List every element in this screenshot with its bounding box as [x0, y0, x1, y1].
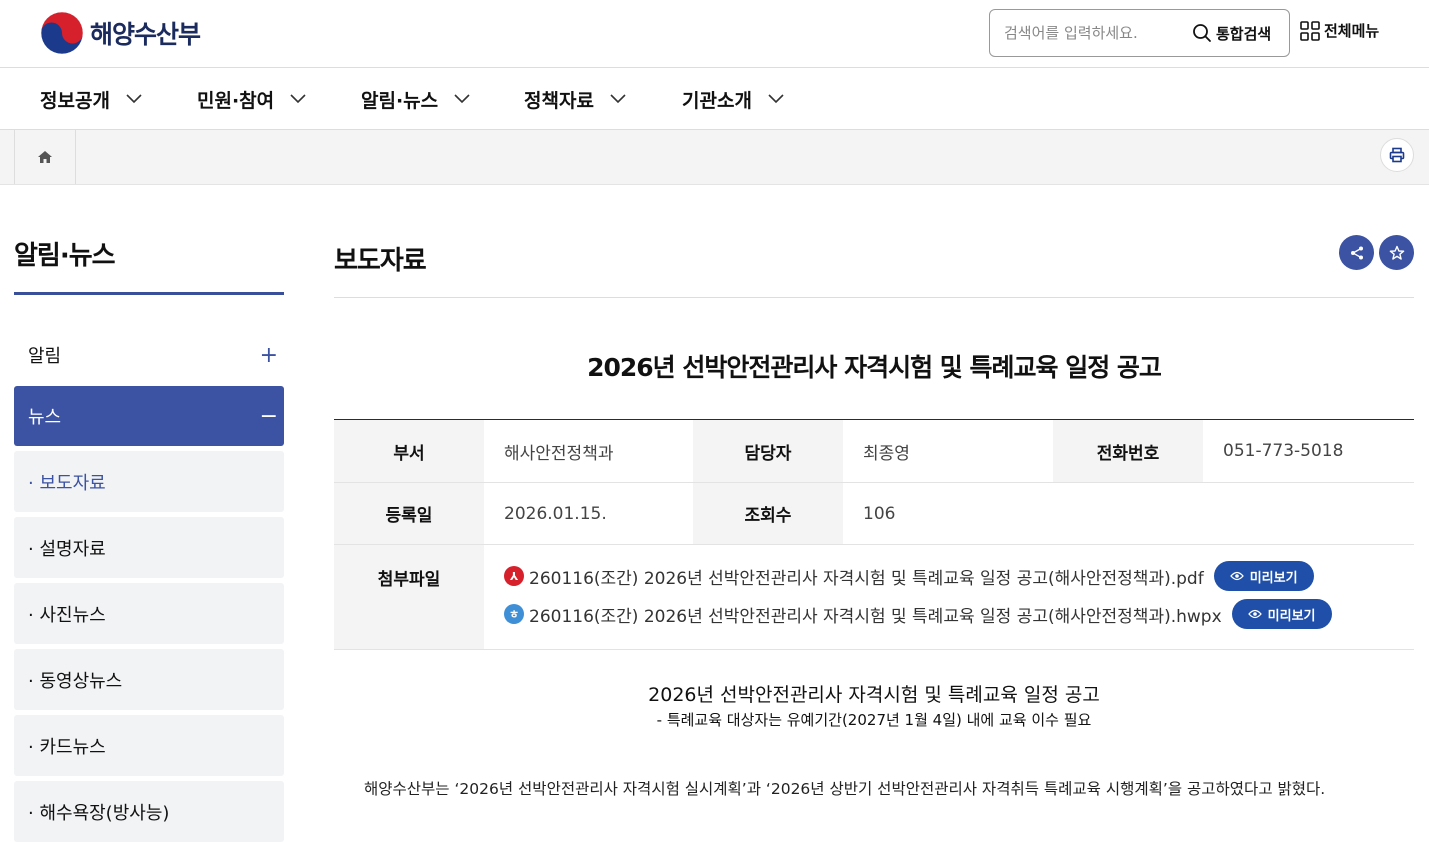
home-icon	[38, 151, 52, 163]
manager-label: 담당자	[693, 420, 843, 482]
site-logo[interactable]: 해양수산부	[40, 11, 201, 55]
sidebar-item-label: · 카드뉴스	[28, 736, 106, 758]
gnb-item-label: 정책자료	[524, 89, 594, 112]
info-row-attachments: 첨부파일 ⅄ 260116(조간) 2026년 선박안전관리사 자격시험 및 특…	[334, 545, 1414, 650]
gnb-item-policy[interactable]: 정책자료	[524, 68, 626, 130]
gnb-item-news[interactable]: 알림·뉴스	[361, 68, 470, 130]
sidebar-category-news[interactable]: 뉴스 −	[14, 386, 284, 446]
gnb-item-info-disclosure[interactable]: 정보공개	[40, 68, 142, 130]
main-navigation: 정보공개 민원·참여 알림·뉴스 정책자료 기관소개	[0, 68, 1429, 130]
dept-value: 해사안전정책과	[504, 443, 614, 464]
body-headline: 2026년 선박안전관리사 자격시험 및 특례교육 일정 공고	[648, 684, 1100, 706]
gnb-item-civil-participation[interactable]: 민원·참여	[197, 68, 306, 130]
sidebar-title: 알림·뉴스	[14, 241, 116, 271]
gnb-item-label: 민원·참여	[197, 89, 275, 112]
date-value: 2026.01.15.	[504, 503, 607, 524]
phone-label: 전화번호	[1053, 420, 1203, 482]
eye-icon	[1229, 571, 1244, 581]
breadcrumb-home-button[interactable]	[14, 130, 76, 184]
sidebar-category-label: 뉴스	[28, 407, 62, 428]
sidebar-category-label: 알림	[28, 346, 62, 367]
sidebar-item-press-release[interactable]: · 보도자료	[14, 451, 284, 512]
dept-label: 부서	[334, 420, 484, 482]
sidebar-item-label: · 사진뉴스	[28, 604, 106, 626]
eye-icon	[1247, 609, 1262, 619]
date-label: 등록일	[334, 483, 484, 544]
sidebar-item-photo-news[interactable]: · 사진뉴스	[14, 583, 284, 644]
info-row-date: 등록일 2026.01.15. 조회수 106	[334, 483, 1414, 545]
document-title: 2026년 선박안전관리사 자격시험 및 특례교육 일정 공고	[587, 353, 1162, 382]
gnb-item-about[interactable]: 기관소개	[682, 68, 784, 130]
share-button[interactable]	[1339, 235, 1374, 270]
sidebar-divider	[14, 292, 284, 295]
chevron-down-icon	[768, 94, 784, 104]
chevron-down-icon	[610, 94, 626, 104]
sidebar-item-label: · 해수욕장(방사능)	[28, 802, 170, 824]
breadcrumb	[0, 130, 1429, 185]
search-input[interactable]	[1004, 10, 1184, 56]
search-box: 통합검색	[989, 9, 1290, 57]
sidebar-category-notice[interactable]: 알림 +	[14, 325, 284, 385]
attachment-item: ㅎ 260116(조간) 2026년 선박안전관리사 자격시험 및 특례교육 일…	[504, 595, 1332, 633]
preview-button-label: 미리보기	[1249, 570, 1298, 586]
gnb-item-label: 기관소개	[682, 89, 752, 112]
chevron-down-icon	[126, 94, 142, 104]
sidebar-item-label: · 설명자료	[28, 538, 106, 560]
gnb-item-label: 정보공개	[40, 89, 110, 112]
views-value: 106	[863, 503, 896, 524]
star-icon	[1389, 245, 1404, 260]
bookmark-button[interactable]	[1379, 235, 1414, 270]
print-icon	[1389, 147, 1405, 163]
share-icon	[1350, 246, 1363, 259]
chevron-down-icon	[290, 94, 306, 104]
page-title: 보도자료	[334, 246, 427, 276]
attach-label: 첨부파일	[334, 545, 484, 649]
info-row-department: 부서 해사안전정책과 담당자 최종영 전화번호 051-773-5018	[334, 420, 1414, 483]
pdf-file-icon: ⅄	[504, 566, 524, 586]
grid-menu-icon	[1300, 20, 1320, 41]
document-info-table: 부서 해사안전정책과 담당자 최종영 전화번호 051-773-5018 등록일…	[334, 419, 1414, 650]
site-header: 해양수산부 통합검색 전체메뉴	[0, 0, 1429, 68]
body-paragraph: 해양수산부는 ‘2026년 선박안전관리사 자격시험 실시계획’과 ‘2026년…	[364, 780, 1326, 798]
title-divider	[334, 297, 1414, 298]
sidebar-item-video-news[interactable]: · 동영상뉴스	[14, 649, 284, 710]
sidebar-item-card-news[interactable]: · 카드뉴스	[14, 715, 284, 776]
preview-button[interactable]: 미리보기	[1231, 599, 1332, 629]
search-button-label: 통합검색	[1216, 24, 1272, 43]
sidebar-item-explanation[interactable]: · 설명자료	[14, 517, 284, 578]
all-menu-button[interactable]: 전체메뉴	[1300, 20, 1379, 41]
body-subline: - 특례교육 대상자는 유예기간(2027년 1월 4일) 내에 교육 이수 필…	[656, 711, 1092, 729]
views-label: 조회수	[693, 483, 843, 544]
expand-plus-icon: +	[259, 342, 278, 368]
search-icon	[1193, 24, 1211, 42]
all-menu-label: 전체메뉴	[1324, 22, 1380, 40]
attachment-link[interactable]: 260116(조간) 2026년 선박안전관리사 자격시험 및 특례교육 일정 …	[529, 564, 1204, 589]
manager-value: 최종영	[863, 443, 910, 464]
search-button[interactable]: 통합검색	[1192, 10, 1271, 56]
sidebar-item-label: · 동영상뉴스	[28, 670, 123, 692]
attachment-list: ⅄ 260116(조간) 2026년 선박안전관리사 자격시험 및 특례교육 일…	[504, 557, 1332, 633]
preview-button[interactable]: 미리보기	[1213, 561, 1314, 591]
collapse-minus-icon: −	[259, 403, 278, 429]
attachment-link[interactable]: 260116(조간) 2026년 선박안전관리사 자격시험 및 특례교육 일정 …	[529, 602, 1222, 627]
logo-text: 해양수산부	[90, 20, 201, 49]
chevron-down-icon	[454, 94, 470, 104]
attachment-item: ⅄ 260116(조간) 2026년 선박안전관리사 자격시험 및 특례교육 일…	[504, 557, 1332, 595]
gnb-item-label: 알림·뉴스	[361, 89, 439, 112]
sidebar-item-label: · 보도자료	[28, 472, 106, 494]
hwp-file-icon: ㅎ	[504, 604, 524, 624]
preview-button-label: 미리보기	[1267, 608, 1316, 624]
phone-value: 051-773-5018	[1223, 441, 1344, 461]
print-button[interactable]	[1380, 138, 1414, 172]
government-emblem-icon	[40, 11, 84, 55]
